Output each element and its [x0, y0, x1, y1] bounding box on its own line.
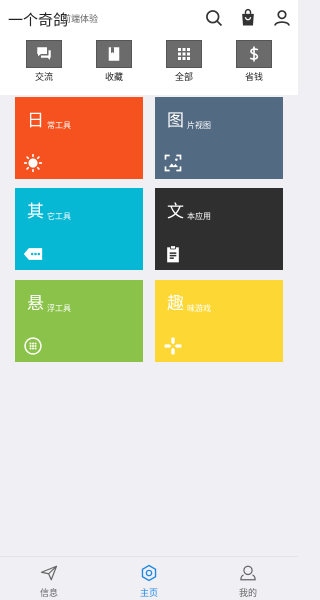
grid-icon — [166, 40, 202, 68]
app-title: 一个奇鸽 — [8, 11, 69, 29]
quick-action-chat[interactable]: 交流 — [19, 40, 69, 86]
search-icon[interactable] — [204, 8, 224, 28]
tile-text-apps[interactable]: 文 本应用 — [155, 188, 283, 270]
quick-actions: 交流 收藏 全部 省钱 — [0, 36, 298, 88]
grid-circle-icon — [23, 336, 43, 356]
quick-action-all[interactable]: 全部 — [159, 40, 209, 86]
app-subtitle: 前端体验 — [62, 15, 99, 25]
quick-action-label: 省钱 — [244, 73, 263, 83]
image-focus-icon — [163, 153, 183, 173]
quick-action-label: 全部 — [174, 73, 193, 83]
quick-action-favorites[interactable]: 收藏 — [89, 40, 139, 86]
quick-action-save-money[interactable]: 省钱 — [229, 40, 279, 86]
nav-item-profile[interactable]: 我的 — [218, 557, 278, 600]
nav-label: 信息 — [39, 589, 58, 599]
header: 一个奇鸽 前端体验 交流 收藏 全部 省钱 — [0, 0, 298, 95]
user-icon[interactable] — [272, 8, 292, 28]
bottom-nav: 信息 主页 我的 — [0, 556, 298, 600]
tile-small-label: 片视图 — [187, 121, 211, 130]
tile-big-char: 悬 — [27, 294, 44, 314]
profile-icon — [240, 565, 256, 581]
quick-action-label: 收藏 — [104, 73, 123, 83]
tile-image-view[interactable]: 图 片视图 — [155, 97, 283, 179]
tile-big-char: 趣 — [167, 294, 184, 314]
shopping-bag-icon[interactable] — [238, 8, 258, 28]
gamepad-icon — [163, 336, 183, 356]
tile-small-label: 它工具 — [47, 212, 71, 221]
tile-small-label: 本应用 — [187, 212, 211, 221]
hexagon-icon — [141, 564, 157, 582]
title-bar: 一个奇鸽 前端体验 — [0, 0, 298, 36]
nav-item-home[interactable]: 主页 — [119, 557, 179, 600]
tag-icon — [23, 244, 43, 264]
tile-other-tools[interactable]: 其 它工具 — [15, 188, 143, 270]
tile-big-char: 其 — [27, 202, 44, 222]
bookmark-icon — [96, 40, 132, 68]
tile-floating-tools[interactable]: 悬 浮工具 — [15, 280, 143, 362]
send-icon — [40, 565, 58, 581]
tile-small-label: 浮工具 — [47, 304, 71, 313]
chat-icon — [26, 40, 62, 68]
tile-fun-games[interactable]: 趣 味游戏 — [155, 280, 283, 362]
nav-label: 主页 — [139, 589, 158, 599]
tile-big-char: 图 — [167, 111, 184, 131]
tile-big-char: 日 — [27, 111, 44, 131]
sun-icon — [23, 153, 43, 173]
dollar-icon — [236, 40, 272, 68]
nav-label: 我的 — [238, 589, 257, 599]
clipboard-icon — [163, 244, 183, 264]
tile-small-label: 味游戏 — [187, 304, 211, 313]
tile-small-label: 常工具 — [47, 121, 71, 130]
quick-action-label: 交流 — [34, 73, 53, 83]
nav-item-messages[interactable]: 信息 — [19, 557, 79, 600]
tile-daily-tools[interactable]: 日 常工具 — [15, 97, 143, 179]
tile-big-char: 文 — [167, 202, 184, 222]
